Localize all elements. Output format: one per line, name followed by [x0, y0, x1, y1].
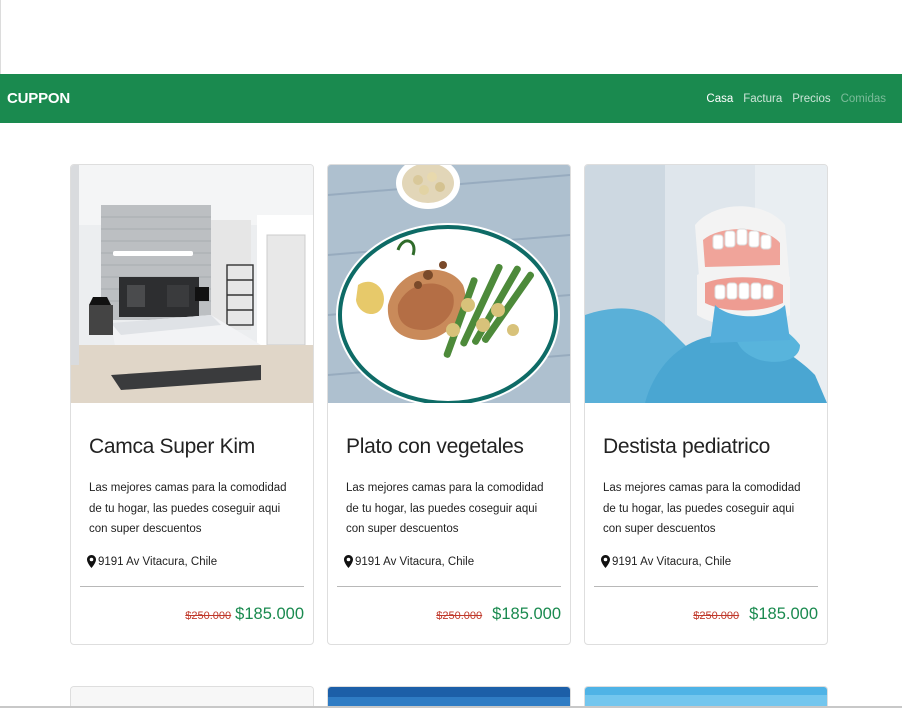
map-marker-icon [87, 555, 96, 568]
brand-logo[interactable]: CUPPON [7, 74, 70, 123]
card-location: 9191 Av Vitacura, Chile [344, 555, 474, 568]
product-card-partial[interactable] [327, 686, 571, 708]
new-price: $185.000 [492, 605, 561, 623]
card-description: Las mejores camas para la comodidad de t… [603, 482, 801, 535]
card-description: Las mejores camas para la comodidad de t… [89, 482, 287, 535]
location-text: 9191 Av Vitacura, Chile [98, 555, 218, 568]
window-edge [0, 0, 1, 74]
product-card[interactable]: Destista pediatrico Las mejores camas pa… [584, 164, 828, 645]
card-divider [337, 586, 561, 587]
nav-link-comidas: Comidas [840, 92, 886, 105]
card-prices: $250.000 $185.000 [693, 605, 818, 624]
top-blank-area [0, 0, 902, 74]
nav-links: Casa Factura Precios Comidas [696, 74, 886, 123]
navbar: CUPPON Casa Factura Precios Comidas [0, 74, 902, 123]
card-title[interactable]: Destista pediatrico [603, 435, 770, 459]
dental-model-photo[interactable] [585, 165, 827, 403]
map-marker-icon [344, 555, 353, 568]
bedroom-photo[interactable] [71, 165, 313, 403]
old-price: $250.000 [185, 610, 232, 622]
card-description: Las mejores camas para la comodidad de t… [346, 482, 544, 535]
card-location: 9191 Av Vitacura, Chile [601, 555, 731, 568]
new-price: $185.000 [749, 605, 818, 623]
card-title[interactable]: Plato con vegetales [346, 435, 524, 459]
food-plate-photo[interactable] [328, 165, 570, 403]
card-divider [594, 586, 818, 587]
nav-link-casa[interactable]: Casa [706, 93, 733, 105]
old-price: $250.000 [693, 610, 740, 622]
card-title[interactable]: Camca Super Kim [89, 435, 255, 459]
product-card[interactable]: Plato con vegetales Las mejores camas pa… [327, 164, 571, 645]
nav-link-factura[interactable]: Factura [743, 93, 782, 105]
nav-link-precios[interactable]: Precios [792, 93, 830, 105]
location-text: 9191 Av Vitacura, Chile [612, 555, 732, 568]
product-card-partial[interactable] [70, 686, 314, 708]
new-price: $185.000 [235, 605, 304, 623]
product-card-partial[interactable] [584, 686, 828, 708]
product-card[interactable]: Camca Super Kim Las mejores camas para l… [70, 164, 314, 645]
map-marker-icon [601, 555, 610, 568]
card-location: 9191 Av Vitacura, Chile [87, 555, 217, 568]
card-divider [80, 586, 304, 587]
location-text: 9191 Av Vitacura, Chile [355, 555, 475, 568]
card-prices: $250.000 $185.000 [185, 605, 304, 624]
old-price: $250.000 [436, 610, 483, 622]
card-prices: $250.000 $185.000 [436, 605, 561, 624]
